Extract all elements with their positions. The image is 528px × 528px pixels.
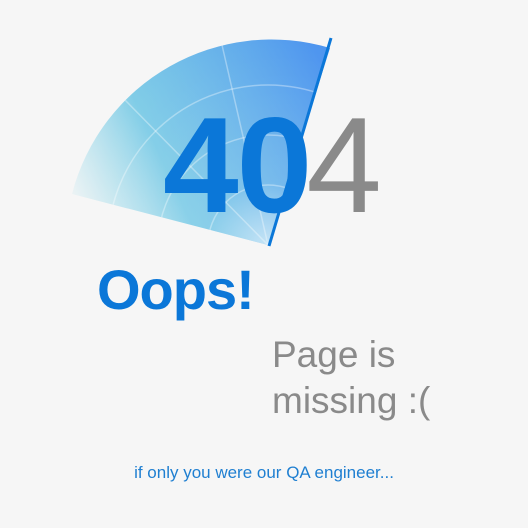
- headline: Oops!: [97, 258, 255, 321]
- radar-sweep-illustration: [72, 37, 333, 247]
- error-message-line-2: missing :(: [272, 380, 431, 421]
- tagline: if only you were our QA engineer...: [134, 463, 394, 482]
- error-code-rest: 4: [306, 89, 382, 241]
- error-code-highlight: 40: [163, 89, 312, 241]
- error-message: Page is missing :(: [272, 332, 492, 424]
- error-code: 404: [163, 97, 382, 233]
- error-message-line-1: Page is: [272, 334, 396, 375]
